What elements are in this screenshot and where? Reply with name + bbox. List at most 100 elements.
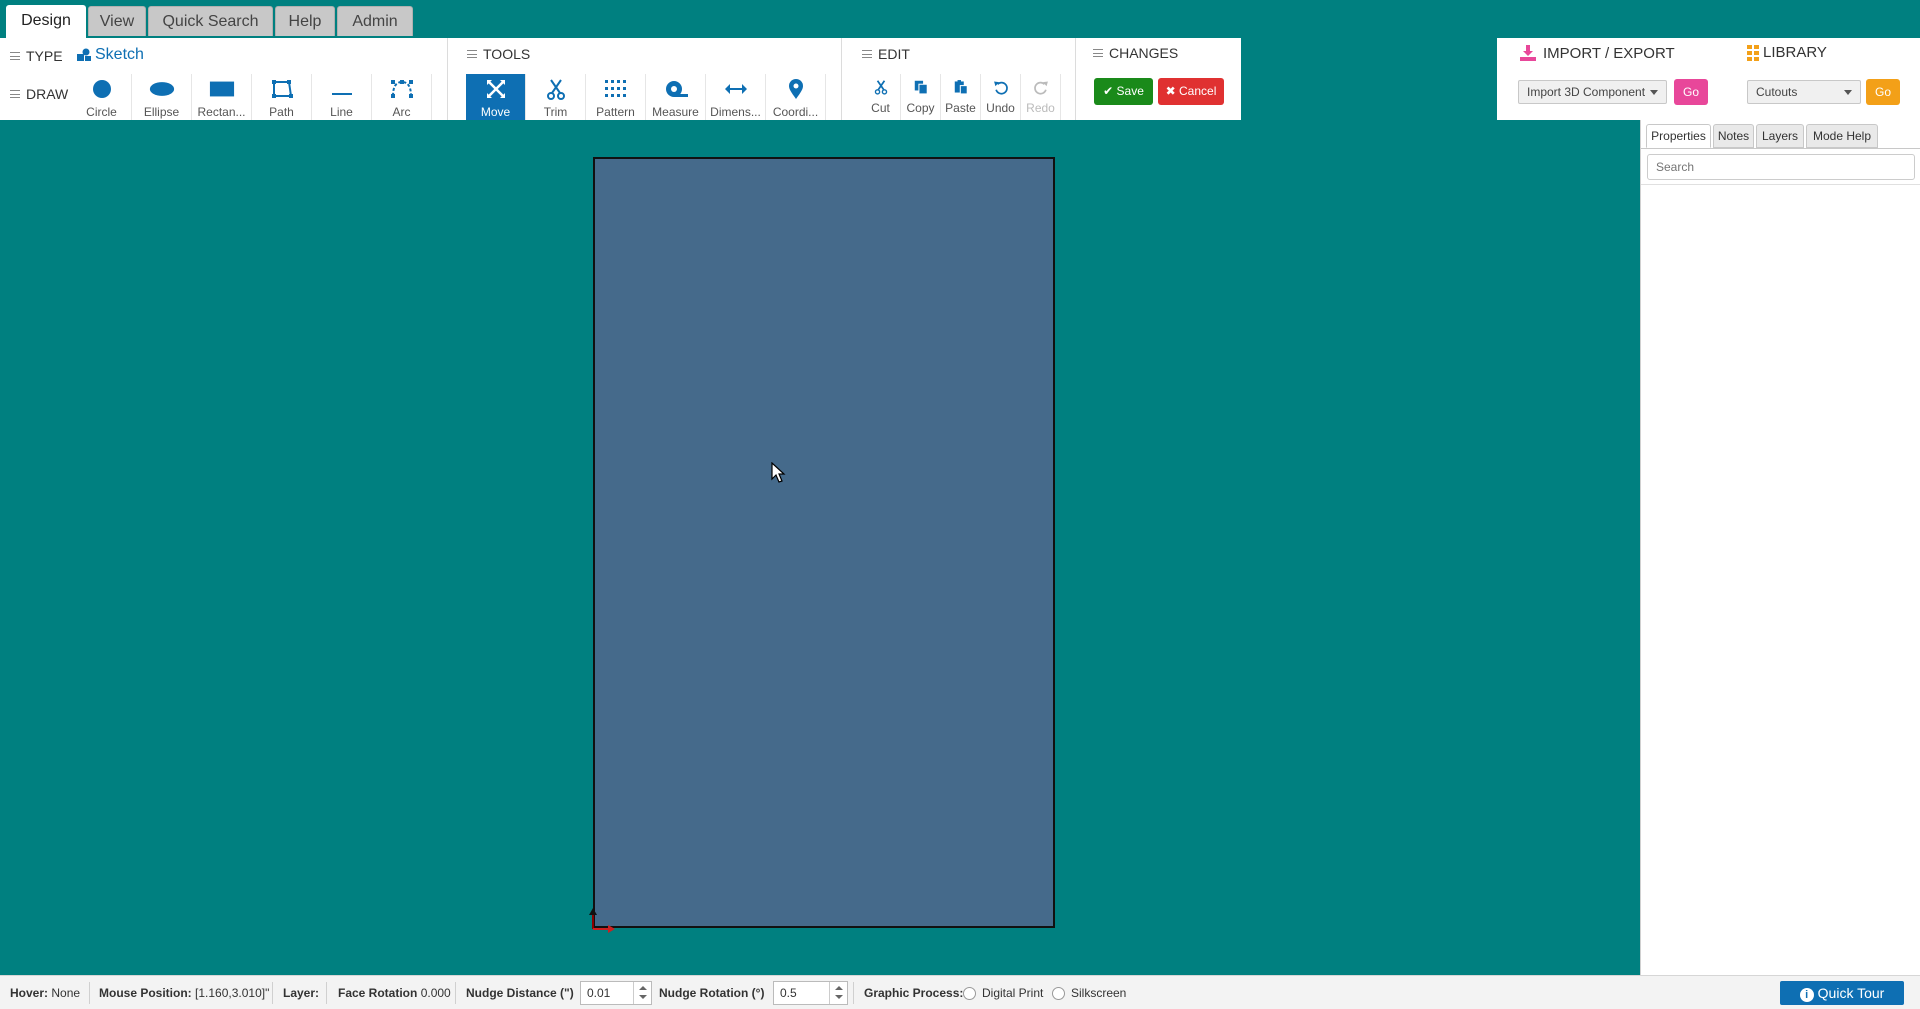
board-shape[interactable] — [593, 157, 1055, 928]
origin-axes-icon — [589, 908, 615, 933]
design-canvas[interactable] — [0, 120, 1640, 975]
drag-handle-icon[interactable] — [10, 90, 20, 98]
info-icon: i — [1799, 988, 1814, 1002]
import-export-title: IMPORT / EXPORT — [1519, 44, 1675, 62]
download-icon — [1520, 45, 1536, 61]
coordinate-tool-button[interactable]: Coordi... — [766, 74, 826, 120]
undo-button[interactable]: Undo — [981, 74, 1021, 120]
tab-underline — [1641, 148, 1920, 149]
paste-icon — [954, 80, 968, 95]
status-divider — [89, 982, 90, 1004]
pattern-tool-button[interactable]: Pattern — [586, 74, 646, 120]
redo-icon — [1033, 81, 1048, 95]
move-icon — [486, 80, 505, 98]
cut-button[interactable]: Cut — [861, 74, 901, 120]
import-library-ribbon: IMPORT / EXPORT Import 3D Component Go L… — [1497, 38, 1920, 120]
tape-measure-icon — [665, 81, 688, 97]
copy-button[interactable]: Copy — [901, 74, 941, 120]
tab-quick-search[interactable]: Quick Search — [148, 6, 273, 36]
dimension-tool-button[interactable]: Dimens... — [706, 74, 766, 120]
library-go-button[interactable]: Go — [1866, 79, 1900, 105]
silkscreen-label: Silkscreen — [1071, 986, 1127, 1000]
import-component-select[interactable]: Import 3D Component — [1518, 80, 1667, 104]
close-icon: ✖ — [1165, 84, 1180, 98]
properties-panel: Properties Notes Layers Mode Help — [1640, 120, 1920, 975]
tab-properties[interactable]: Properties — [1646, 124, 1711, 148]
dimension-arrows-icon — [724, 84, 747, 94]
trim-tool-button[interactable]: Trim — [526, 74, 586, 120]
draw-rectangle-button[interactable]: Rectan... — [192, 74, 252, 120]
nudge-rotation-stepper[interactable]: 0.5 — [773, 981, 848, 1005]
map-pin-icon — [788, 79, 803, 99]
tab-design[interactable]: Design — [6, 5, 86, 38]
tab-notes[interactable]: Notes — [1713, 124, 1754, 148]
drag-handle-icon[interactable] — [862, 50, 872, 58]
nudge-distance-label: Nudge Distance (") — [466, 986, 574, 1000]
copy-icon — [914, 80, 928, 95]
search-divider — [1641, 184, 1920, 185]
draw-arc-button[interactable]: Arc — [372, 74, 432, 120]
import-go-button[interactable]: Go — [1674, 79, 1708, 105]
changes-group-title: CHANGES — [1093, 45, 1178, 61]
toolbar-ribbon: TYPE Sketch DRAW Circle Ellipse Rectan..… — [0, 38, 1241, 120]
draw-group-title: DRAW — [10, 86, 68, 102]
hover-status: Hover: None — [10, 986, 81, 1000]
drag-handle-icon[interactable] — [1093, 49, 1103, 57]
group-divider — [447, 38, 448, 120]
layer-status: Layer: — [283, 986, 320, 1000]
cancel-button[interactable]: ✖ Cancel — [1158, 78, 1224, 105]
face-rotation-status: Face Rotation 0.000 — [338, 986, 451, 1000]
redo-button[interactable]: Redo — [1021, 74, 1061, 120]
status-divider — [272, 982, 273, 1004]
mouse-position-status: Mouse Position: [1.160,3.010]" — [99, 986, 270, 1000]
draw-circle-button[interactable]: Circle — [72, 74, 132, 120]
circle-icon — [92, 80, 111, 98]
silkscreen-radio[interactable] — [1052, 987, 1065, 1000]
status-divider — [326, 982, 327, 1004]
main-menu-tabs: Design View Quick Search Help Admin — [0, 0, 1920, 38]
quick-tour-button[interactable]: i Quick Tour — [1780, 981, 1904, 1005]
path-icon — [271, 80, 293, 98]
properties-search-input[interactable] — [1647, 154, 1915, 180]
move-tool-button[interactable]: Move — [466, 74, 526, 120]
pattern-icon — [604, 80, 626, 97]
tab-mode-help[interactable]: Mode Help — [1806, 124, 1878, 148]
nudge-distance-stepper[interactable]: 0.01 — [580, 981, 652, 1005]
draw-ellipse-button[interactable]: Ellipse — [132, 74, 192, 120]
draw-path-button[interactable]: Path — [252, 74, 312, 120]
status-bar: Hover: None Mouse Position: [1.160,3.010… — [0, 975, 1920, 1009]
status-divider — [455, 982, 456, 1004]
line-icon — [331, 93, 352, 95]
save-button[interactable]: ✔ Save — [1094, 78, 1153, 105]
digital-print-label: Digital Print — [982, 986, 1044, 1000]
stepper-arrows-icon[interactable] — [829, 982, 847, 1004]
graphic-process-label: Graphic Process: — [864, 986, 964, 1000]
undo-icon — [993, 81, 1008, 95]
measure-tool-button[interactable]: Measure — [646, 74, 706, 120]
digital-print-radio[interactable] — [963, 987, 976, 1000]
status-divider — [853, 982, 854, 1004]
tab-view[interactable]: View — [88, 6, 146, 36]
paste-button[interactable]: Paste — [941, 74, 981, 120]
tab-layers[interactable]: Layers — [1756, 124, 1804, 148]
library-title: LIBRARY — [1747, 44, 1827, 61]
arc-icon — [390, 80, 413, 98]
mouse-cursor-icon — [771, 462, 786, 483]
tab-help[interactable]: Help — [275, 6, 335, 36]
group-divider — [1075, 38, 1076, 120]
stepper-arrows-icon[interactable] — [633, 982, 651, 1004]
grid-icon — [1747, 44, 1759, 61]
drag-handle-icon[interactable] — [10, 52, 20, 60]
edit-group-title: EDIT — [862, 46, 910, 62]
group-divider — [841, 38, 842, 120]
shapes-icon — [77, 48, 91, 61]
sketch-type-button[interactable]: Sketch — [77, 46, 144, 64]
nudge-rotation-label: Nudge Rotation (°) — [659, 986, 765, 1000]
library-select[interactable]: Cutouts — [1747, 80, 1861, 104]
tab-admin[interactable]: Admin — [337, 6, 413, 36]
scissors-icon — [874, 80, 887, 95]
drag-handle-icon[interactable] — [467, 50, 477, 58]
draw-line-button[interactable]: Line — [312, 74, 372, 120]
scissors-icon — [546, 79, 565, 100]
check-icon: ✔ — [1103, 84, 1117, 98]
